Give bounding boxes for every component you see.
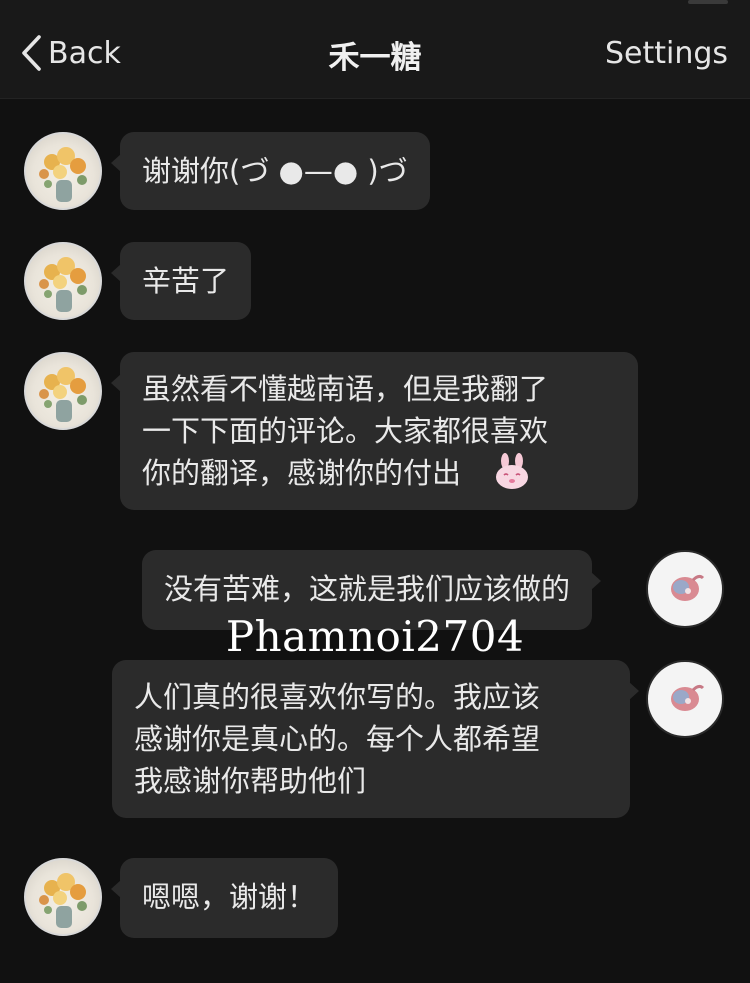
message-bubble[interactable]: 辛苦了 <box>110 242 252 320</box>
navigation-bar: Back 禾一糖 Settings <box>0 0 750 99</box>
message-bubble[interactable]: 虽然看不懂越南语，但是我翻了 一下下面的评论。大家都很喜欢 你的翻译，感谢你的付… <box>111 352 638 510</box>
flower-bouquet-icon <box>39 367 87 422</box>
flower-bouquet-icon <box>39 147 87 202</box>
message-text: 辛苦了 <box>142 264 230 298</box>
flower-bouquet-icon <box>39 257 87 312</box>
status-indicator <box>688 0 728 4</box>
bunny-emoji-icon <box>496 453 528 489</box>
character-avatar-icon <box>671 574 705 601</box>
contact-avatar[interactable] <box>24 352 102 430</box>
character-avatar-icon <box>671 684 705 711</box>
message-text: 谢谢你(づ ●—● )づ <box>142 154 408 188</box>
user-avatar[interactable] <box>646 660 724 738</box>
contact-avatar[interactable] <box>24 242 102 320</box>
settings-button[interactable]: Settings <box>605 36 728 71</box>
message-text: 虽然看不懂越南语，但是我翻了 一下下面的评论。大家都很喜欢 你的翻译，感谢你的付… <box>142 372 549 490</box>
message-bubble[interactable]: 人们真的很喜欢你写的。我应该 感谢你是真心的。每个人都希望 我感谢你帮助他们 <box>112 660 639 818</box>
message-text: 人们真的很喜欢你写的。我应该 感谢你是真心的。每个人都希望 我感谢你帮助他们 <box>134 680 541 798</box>
user-avatar[interactable] <box>646 550 724 628</box>
contact-avatar[interactable] <box>24 132 102 210</box>
message-text: 嗯嗯，谢谢！ <box>142 880 317 914</box>
message-bubble[interactable]: 谢谢你(づ ●—● )づ <box>111 132 430 210</box>
back-label: Back <box>48 35 121 71</box>
back-button[interactable]: Back <box>20 30 121 76</box>
message-bubble[interactable]: 没有苦难，这就是我们应该做的 <box>142 550 602 630</box>
contact-avatar[interactable] <box>24 858 102 936</box>
message-bubble[interactable]: 嗯嗯，谢谢！ <box>110 858 339 938</box>
flower-bouquet-icon <box>39 873 87 928</box>
chevron-left-icon <box>22 35 41 71</box>
message-text: 没有苦难，这就是我们应该做的 <box>164 572 571 606</box>
